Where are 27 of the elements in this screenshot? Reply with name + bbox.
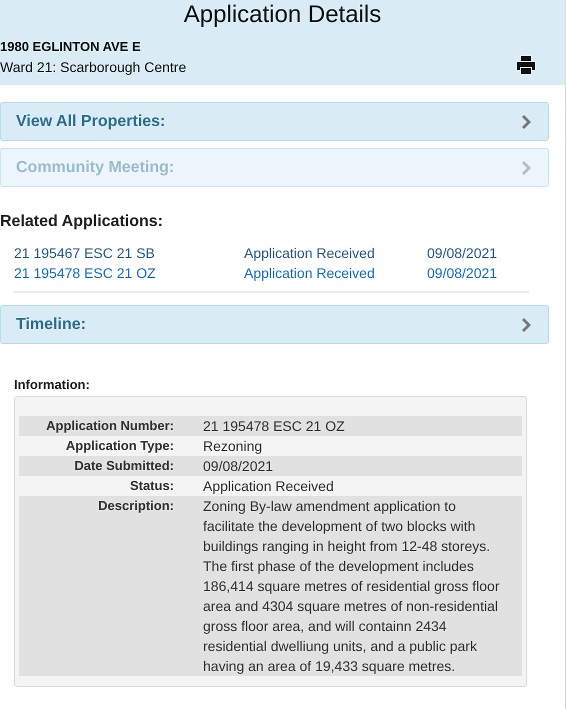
chevron-icon <box>522 318 532 332</box>
field-value: 21 195478 ESC 21 OZ <box>203 417 346 436</box>
field-value: Application Received <box>203 477 335 496</box>
field-value: Rezoning <box>203 437 264 456</box>
field-label: Status: <box>128 477 174 495</box>
field-value: Zoning By-law amendment application to facilitate the development of two blocks with buildings ranging in height from 12-48 storeys. The first phase of the development includes 186,414 square metres of residential gross floor area and 4304 square metres of non-residential gross floor area, and will containn 2434 residential dwelliung units, and a public park having an area of 19,433 square metres. <box>203 497 500 676</box>
date-link[interactable]: 09/08/2021 <box>427 263 498 283</box>
accordion-panel[interactable]: Timeline: <box>0 305 549 344</box>
section-heading: Related Applications: <box>0 213 164 231</box>
page-title: Application Details <box>182 0 382 30</box>
address-text: 1980 EGLINTON AVE E <box>0 39 142 55</box>
application-link[interactable]: 21 195467 ESC 21 SB <box>14 243 155 263</box>
status-link[interactable]: Application Received <box>244 243 375 263</box>
section-heading: Information: <box>14 377 91 392</box>
field-label: Description: <box>97 497 174 515</box>
status-link[interactable]: Application Received <box>244 263 375 283</box>
application-link[interactable]: 21 195478 ESC 21 OZ <box>14 263 156 283</box>
field-label: Application Number: <box>45 417 174 435</box>
field-label: Application Type: <box>64 437 174 455</box>
chevron-icon <box>522 114 532 128</box>
print-icon[interactable] <box>516 56 536 74</box>
accordion-panel[interactable]: View All Properties: <box>0 102 549 141</box>
ward-text: Ward 21: Scarborough Centre <box>0 59 186 75</box>
chevron-icon <box>522 160 532 174</box>
field-value: 09/08/2021 <box>203 457 274 476</box>
date-link[interactable]: 09/08/2021 <box>427 243 498 263</box>
field-label: Date Submitted: <box>73 457 174 475</box>
